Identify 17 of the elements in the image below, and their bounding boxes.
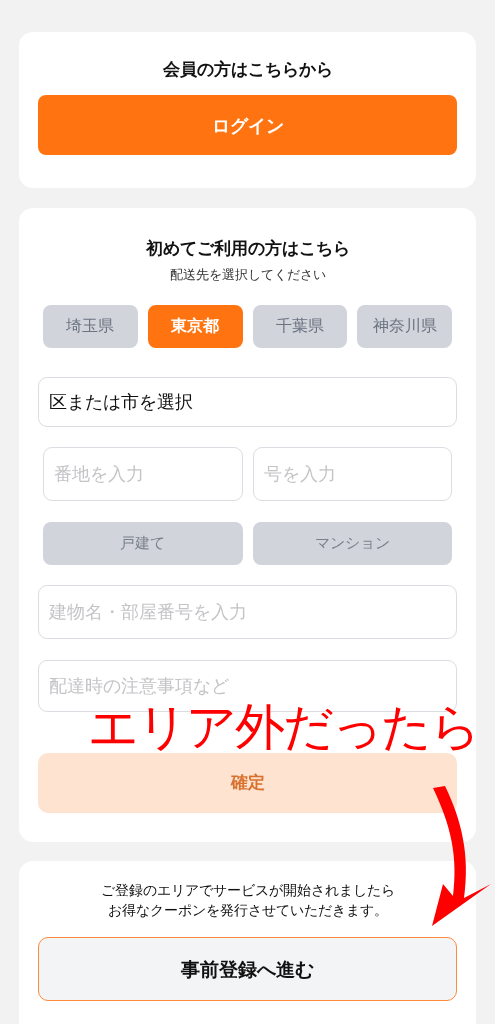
- prefecture-tab[interactable]: 千葉県: [252, 304, 348, 348]
- instruction-text: 配送先を選択してください: [168, 266, 327, 285]
- login-button[interactable]: ログイン: [38, 95, 457, 156]
- notice-text: ご登録のエリアでサービスが開始されましたら お得なクーポンを発行させていただきます。: [100, 880, 395, 920]
- prefecture-tab[interactable]: 東京都: [147, 304, 243, 348]
- prefecture-tab[interactable]: 神奈川県: [357, 304, 452, 348]
- address-field[interactable]: 番地を入力: [43, 446, 243, 501]
- first-time-heading: 初めてご利用の方はこちら: [144, 238, 351, 259]
- member-heading: 会員の方はこちらから: [162, 59, 333, 80]
- city-select[interactable]: 区または市を選択: [38, 376, 457, 427]
- building-field[interactable]: 建物名・部屋番号を入力: [38, 584, 457, 639]
- house-type-button[interactable]: 戸建て: [43, 521, 243, 565]
- prefecture-tab[interactable]: 埼玉県: [43, 304, 138, 348]
- address-field[interactable]: 号を入力: [252, 446, 452, 501]
- pre-register-button[interactable]: 事前登録へ進む: [38, 936, 457, 1001]
- house-type-button[interactable]: マンション: [252, 521, 452, 565]
- arrow-icon: [431, 786, 492, 926]
